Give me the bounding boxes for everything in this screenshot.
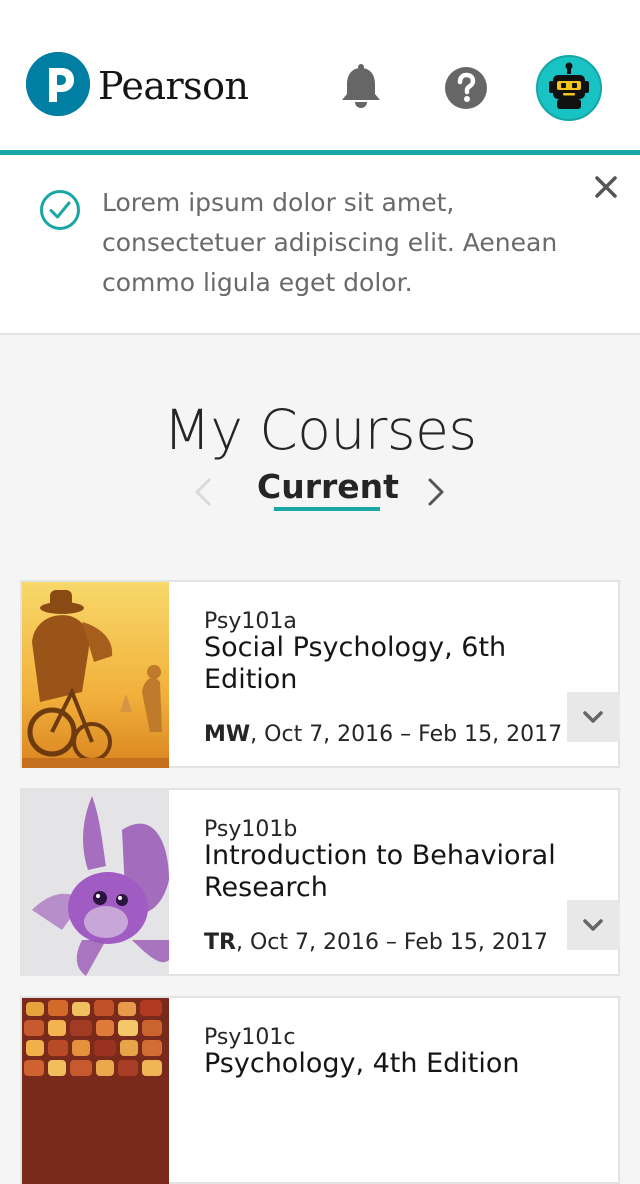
course-card[interactable]: Psy101a Social Psychology, 6th Edition M…	[20, 580, 620, 768]
course-schedule: TR, Oct 7, 2016 – Feb 15, 2017	[204, 928, 548, 958]
course-schedule: MW, Oct 7, 2016 – Feb 15, 2017	[204, 720, 562, 750]
course-image	[22, 582, 169, 768]
page-title: My Courses	[163, 398, 477, 462]
alert-banner: Lorem ipsum dolor sit amet, consectetuer…	[0, 155, 640, 335]
course-days: TR	[204, 930, 236, 955]
course-period-tabs: Current	[0, 466, 640, 516]
course-date-range: , Oct 7, 2016 – Feb 15, 2017	[235, 930, 548, 955]
course-image	[22, 998, 169, 1184]
chevron-left-icon[interactable]	[190, 474, 216, 510]
course-image	[22, 790, 169, 976]
alert-message: Lorem ipsum dolor sit amet, consectetuer…	[102, 188, 558, 297]
logo-text: Pearson	[98, 64, 249, 108]
close-icon[interactable]	[592, 173, 620, 201]
expand-button[interactable]	[567, 692, 620, 742]
pearson-logo-icon[interactable]	[26, 52, 90, 116]
chevron-down-icon	[583, 711, 603, 723]
app-header: Pearson	[0, 0, 640, 150]
course-title[interactable]: Social Psychology, 6th Edition	[204, 632, 584, 696]
expand-button[interactable]	[567, 900, 620, 950]
course-title[interactable]: Psychology, 4th Edition	[204, 1048, 584, 1080]
chevron-right-icon[interactable]	[423, 474, 449, 510]
chevron-down-icon	[583, 919, 603, 931]
help-icon[interactable]	[444, 66, 488, 110]
course-card[interactable]: Psy101c Psychology, 4th Edition	[20, 996, 620, 1184]
bell-icon[interactable]	[338, 62, 384, 110]
check-circle-icon	[39, 189, 81, 231]
bot-avatar[interactable]	[536, 55, 602, 121]
tab-active-underline	[274, 507, 380, 511]
tab-current[interactable]: Current	[240, 466, 416, 508]
course-title[interactable]: Introduction to Behavioral Research	[204, 840, 584, 904]
course-date-range: , Oct 7, 2016 – Feb 15, 2017	[250, 722, 563, 747]
course-card[interactable]: Psy101b Introduction to Behavioral Resea…	[20, 788, 620, 976]
course-days: MW	[204, 722, 251, 747]
